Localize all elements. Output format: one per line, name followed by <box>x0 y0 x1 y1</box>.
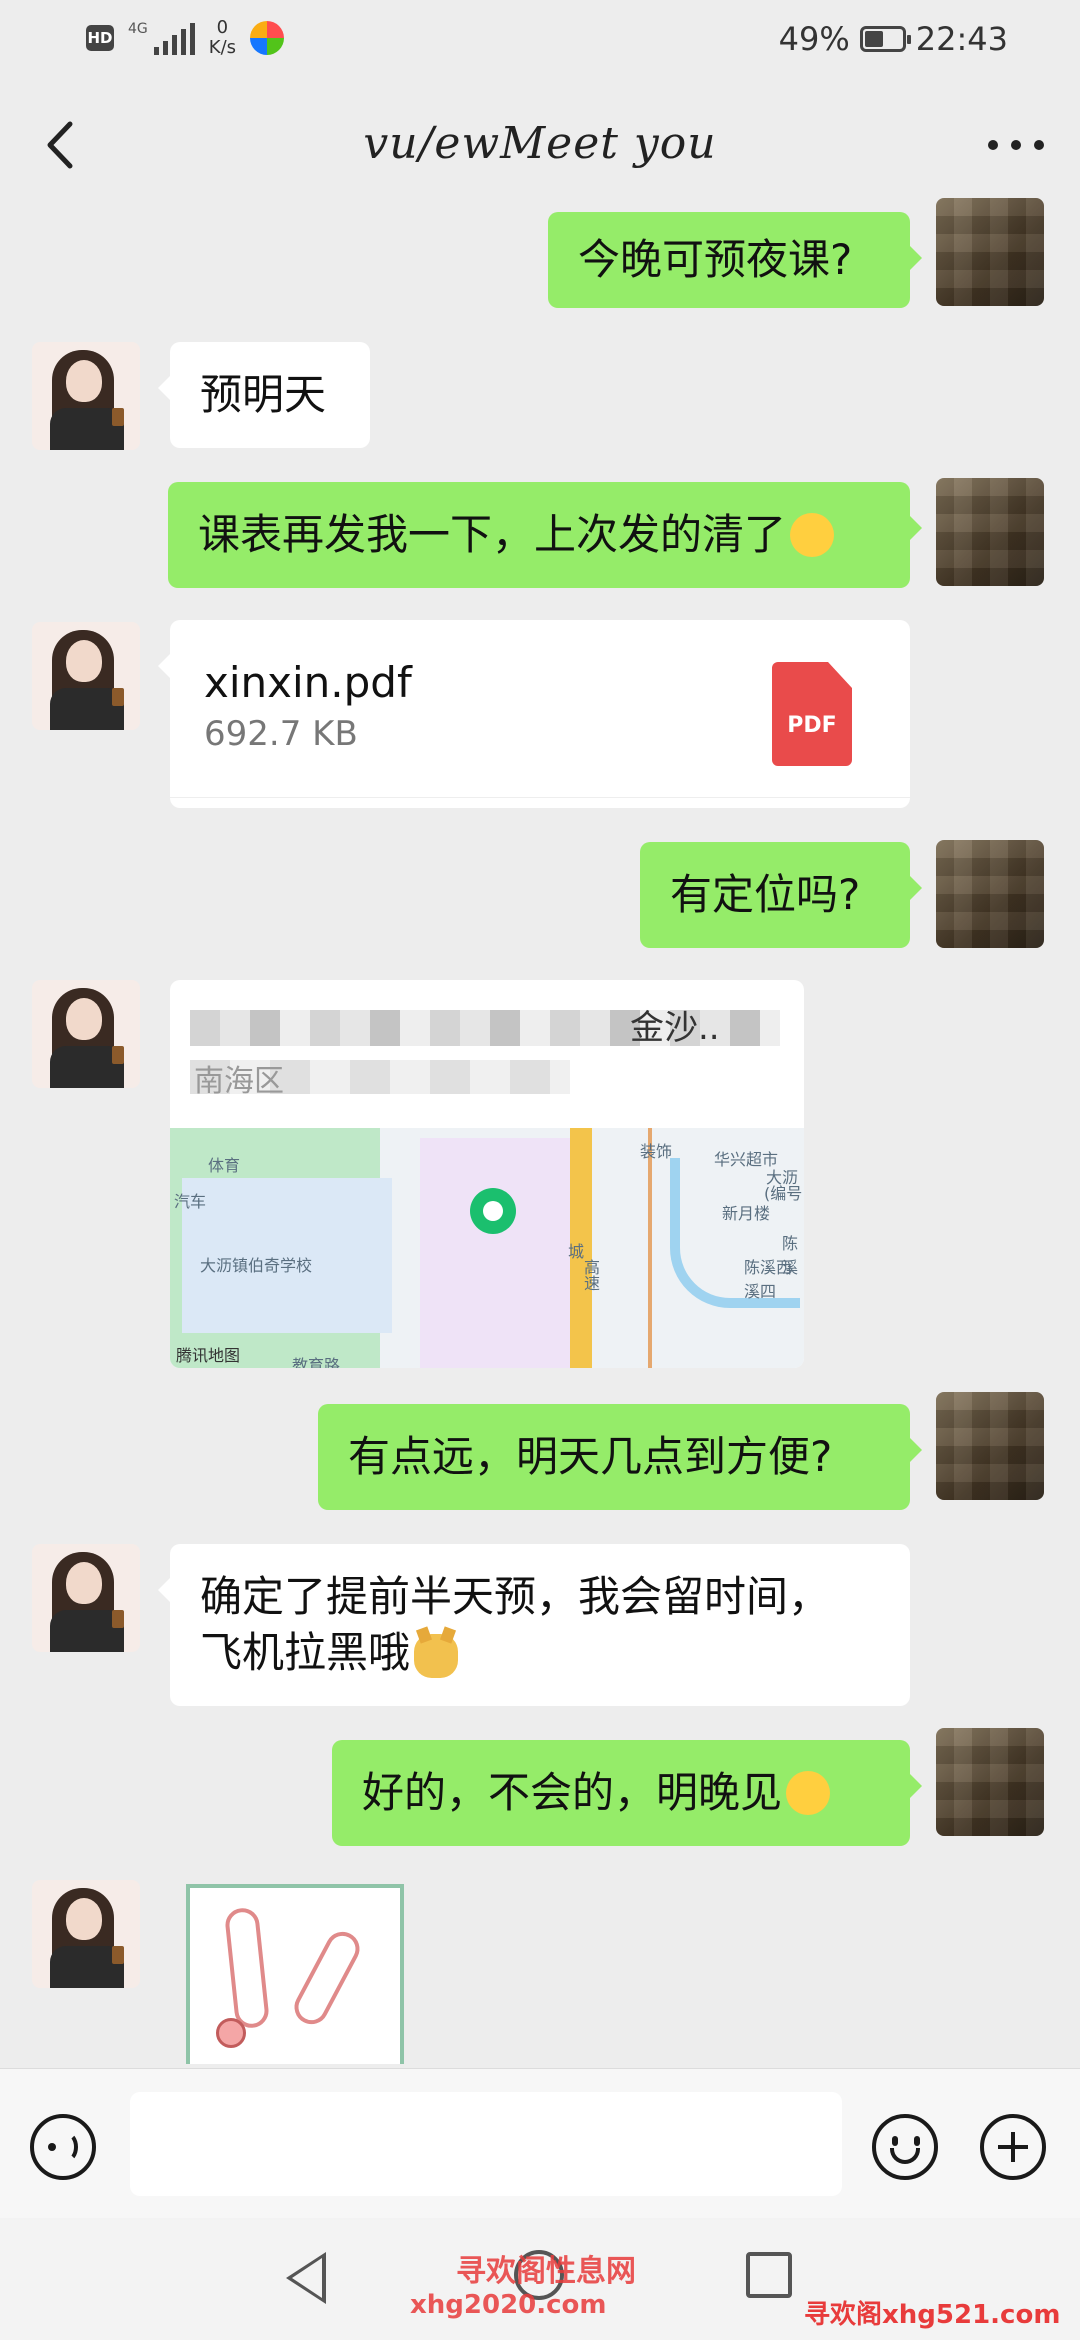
status-right: 49% 22:43 <box>779 20 1008 58</box>
avatar[interactable] <box>32 1544 140 1652</box>
map-label: 教育路 <box>292 1356 341 1368</box>
message-bubble[interactable]: 有点远，明天几点到方便? <box>318 1404 922 1510</box>
map-preview[interactable]: 体育 汽车 大沥镇伯奇学校 城 高 速 华兴超市 大沥 (编号 新月楼 陈溪 陈… <box>170 1128 804 1368</box>
watermark-text: 寻欢阁性息网 <box>456 2254 636 2289</box>
avatar[interactable] <box>32 622 140 730</box>
message-text: 预明天 <box>200 370 327 419</box>
kiss-emoji-icon <box>786 1771 831 1815</box>
avatar[interactable] <box>936 478 1044 586</box>
map-label: 大沥镇伯奇学校 <box>200 1256 313 1275</box>
avatar[interactable] <box>936 840 1044 948</box>
pdf-icon: PDF <box>772 662 852 766</box>
map-label: 城 <box>568 1242 585 1261</box>
file-message-card[interactable]: xinxin.pdf 692.7 KB PDF <box>158 620 910 808</box>
message-text-line2: 飞机拉黑哦 <box>200 1628 411 1677</box>
message-bubble[interactable]: 好的，不会的，明晚见 <box>332 1740 922 1846</box>
message-bubble[interactable]: 课表再发我一下，上次发的清了 <box>168 482 922 588</box>
location-pin-icon <box>470 1188 516 1234</box>
map-label: 汽车 <box>174 1192 207 1211</box>
message-text: 课表再发我一下，上次发的清了 <box>198 510 787 559</box>
message-bubble[interactable]: 预明天 <box>158 342 370 448</box>
file-name: xinxin.pdf <box>204 658 412 707</box>
watermark-text: 寻欢阁xhg521.com <box>804 2300 1061 2330</box>
network-type: 4G <box>128 21 148 37</box>
status-left: HD 4G 0 K/s <box>86 18 285 58</box>
message-bubble[interactable]: 今晚可预夜课? <box>548 212 922 308</box>
watermark-text: xhg2020.com <box>410 2290 607 2320</box>
chat-title: vu/ewMeet you <box>363 118 717 169</box>
app-notification-icon <box>250 21 285 55</box>
avatar[interactable] <box>32 980 140 1088</box>
battery-icon <box>859 26 911 52</box>
message-input[interactable] <box>130 2092 842 2196</box>
avatar[interactable] <box>936 1728 1044 1836</box>
location-message-card[interactable]: 金沙.. 南海区 体育 汽车 大沥镇伯奇学校 城 高 速 华兴超市 大沥 (编号… <box>170 980 804 1368</box>
file-size: 692.7 KB <box>204 714 358 754</box>
rofl-emoji-icon <box>790 513 835 557</box>
location-subtitle: 南海区 <box>194 1064 284 1099</box>
voice-icon[interactable] <box>30 2114 96 2180</box>
message-text: 好的，不会的，明晚见 <box>362 1768 783 1817</box>
status-bar: HD 4G 0 K/s 49% 22:43 <box>0 0 1080 80</box>
chat-header: vu/ewMeet you <box>0 80 1080 210</box>
avatar[interactable] <box>936 198 1044 306</box>
clock: 22:43 <box>915 20 1008 58</box>
more-dots-icon[interactable] <box>988 140 1044 154</box>
map-label: 体育 <box>208 1156 241 1175</box>
message-text-line1: 确定了提前半天预，我会留时间， <box>200 1572 831 1621</box>
net-speed-unit: K/s <box>208 37 237 58</box>
net-speed-value: 0 <box>216 17 229 38</box>
message-text: 今晚可预夜课? <box>578 235 853 284</box>
doge-emoji-icon <box>414 1633 459 1678</box>
message-text: 有定位吗? <box>670 870 861 919</box>
map-label: 陈溪西溪四 <box>744 1258 793 1301</box>
plus-icon[interactable] <box>980 2114 1046 2180</box>
avatar[interactable] <box>936 1392 1044 1500</box>
hd-badge: HD <box>86 25 114 51</box>
nav-back-icon[interactable] <box>286 2252 326 2304</box>
map-label: 速 <box>584 1274 601 1293</box>
avatar[interactable] <box>32 342 140 450</box>
nav-recent-icon[interactable] <box>746 2252 792 2298</box>
file-card-footer <box>170 797 910 808</box>
smile-icon[interactable] <box>872 2114 938 2180</box>
avatar[interactable] <box>32 1880 140 1988</box>
net-speed: 0 K/s <box>209 18 236 58</box>
message-bubble[interactable]: 有定位吗? <box>640 842 922 948</box>
signal-icon: 4G <box>128 21 195 55</box>
battery-fill <box>864 31 883 47</box>
message-bubble[interactable]: 确定了提前半天预，我会留时间， 飞机拉黑哦 <box>158 1544 910 1706</box>
location-title: 金沙.. <box>630 1008 720 1048</box>
message-text: 有点远，明天几点到方便? <box>348 1432 833 1481</box>
map-provider-logo: 腾讯地图 <box>176 1346 241 1365</box>
rabbit-sticker-icon[interactable] <box>186 1884 404 2064</box>
pdf-icon-label: PDF <box>787 713 837 738</box>
map-label: 装饰 <box>640 1142 673 1161</box>
battery-percent: 49% <box>778 20 850 58</box>
map-label: 新月楼 <box>722 1204 771 1223</box>
